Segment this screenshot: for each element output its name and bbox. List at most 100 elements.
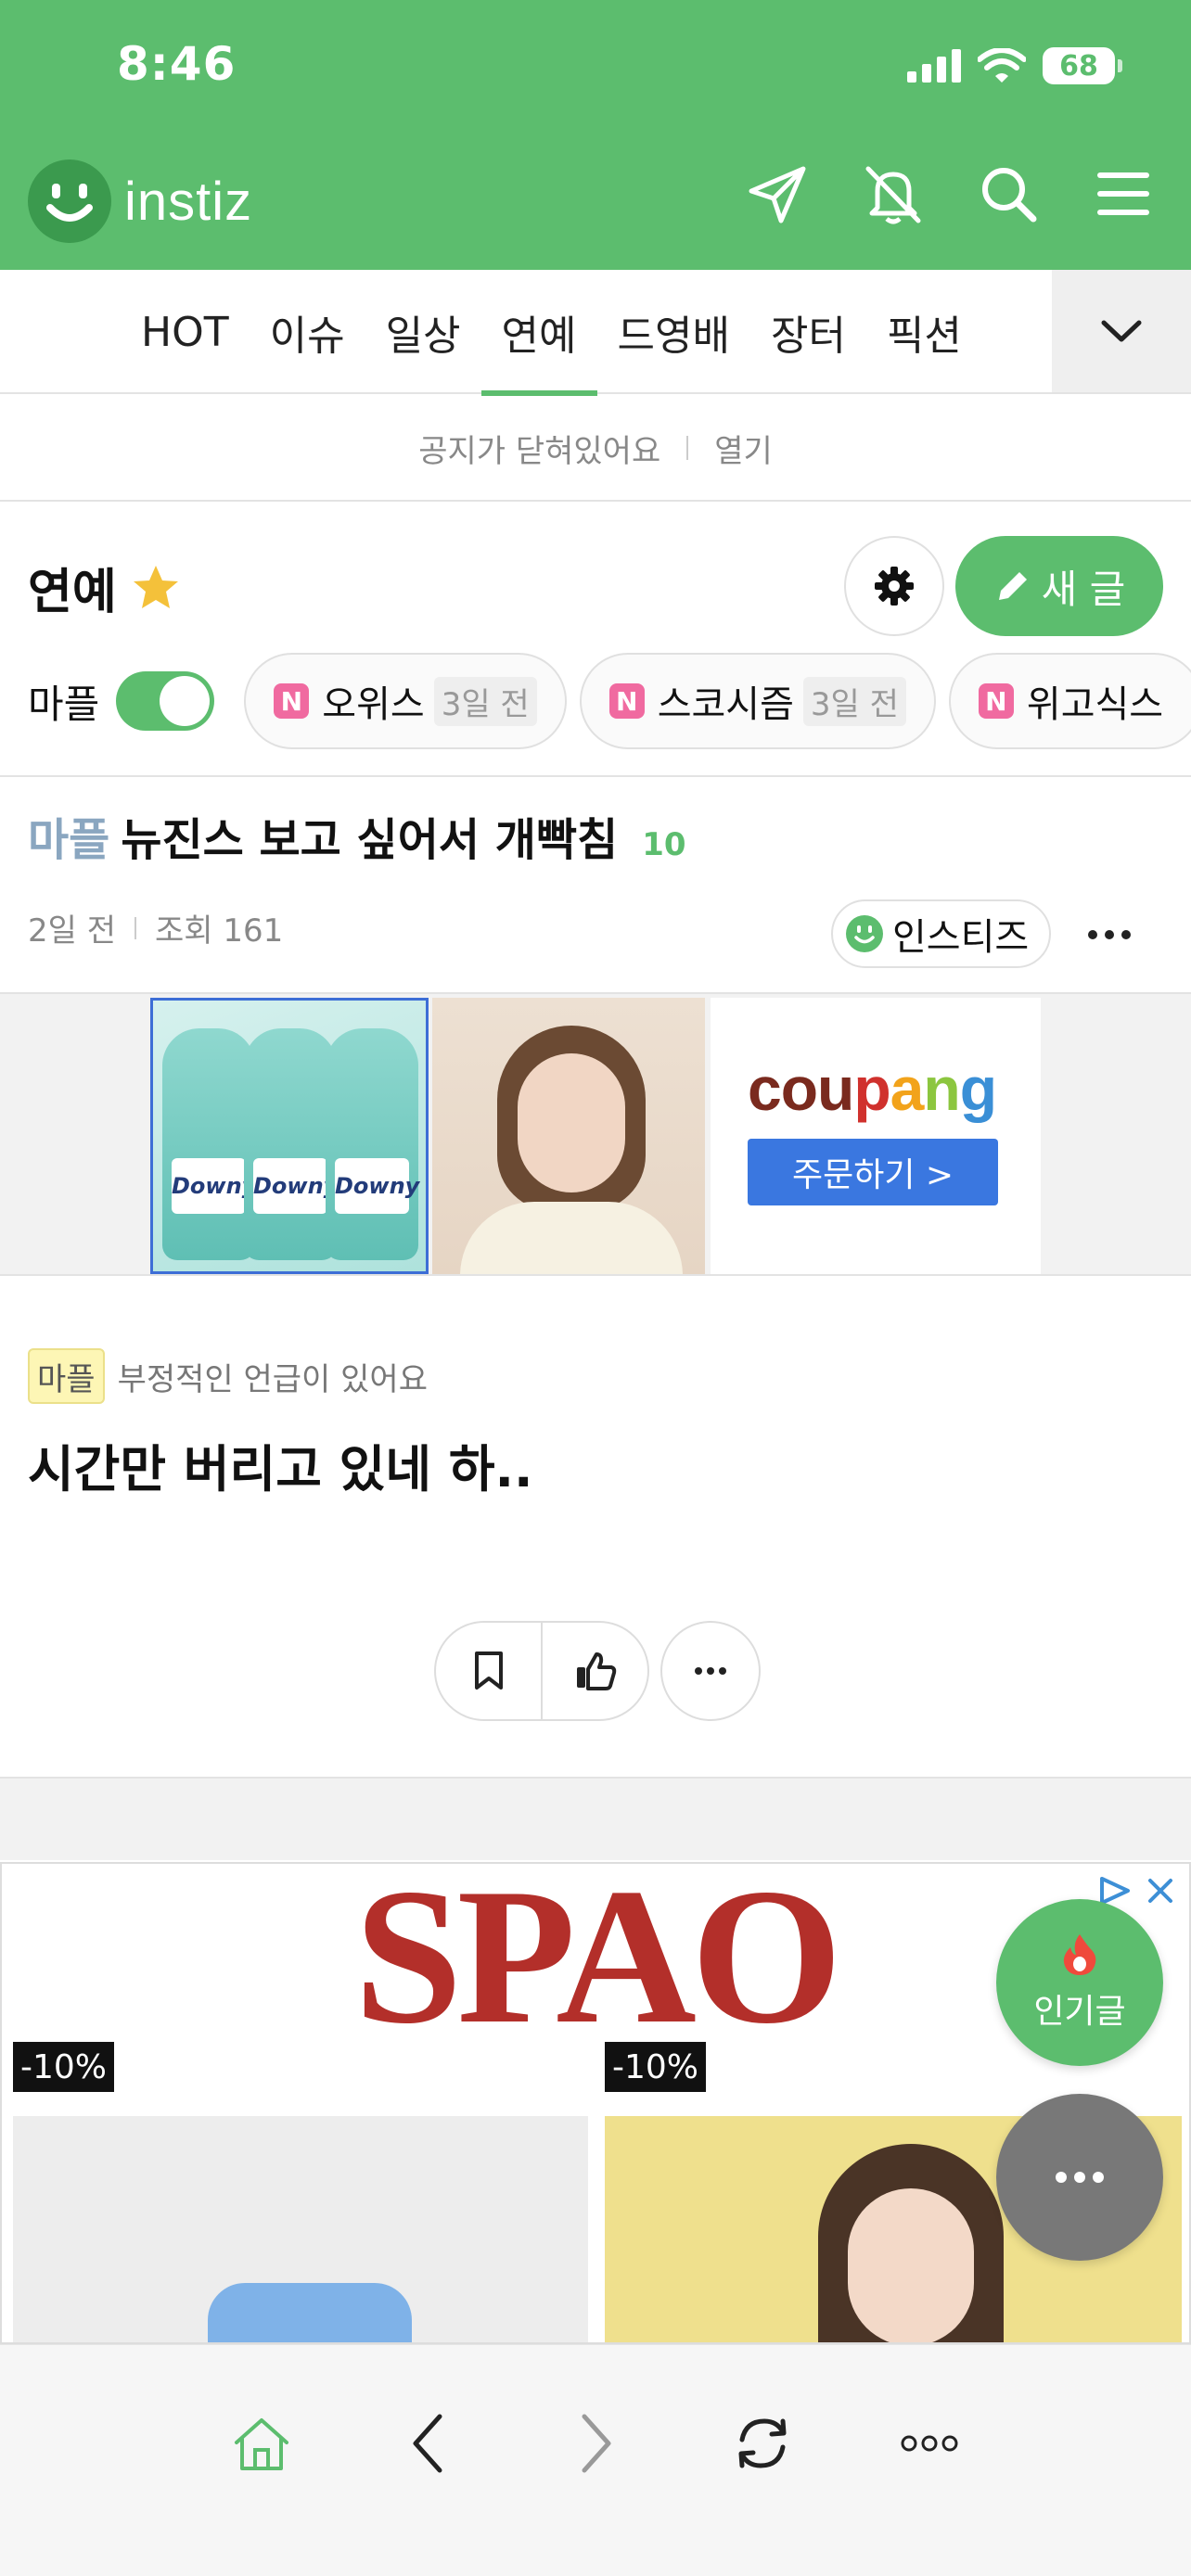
app-header: 8:46 68 instiz bbox=[0, 0, 1191, 270]
like-button[interactable] bbox=[541, 1623, 647, 1719]
new-badge: N bbox=[274, 683, 310, 719]
logo-smile-icon bbox=[28, 159, 111, 243]
author-chip[interactable]: 인스티즈 bbox=[831, 899, 1052, 968]
tab-0[interactable]: HOT bbox=[121, 270, 250, 394]
category-tabbar: HOT 이슈 일상 연예 드영배 장터 픽션 bbox=[0, 270, 1191, 396]
post-views: 조회 161 bbox=[155, 912, 284, 950]
notice-text: 공지가 닫혀있어요 bbox=[418, 432, 661, 470]
comment-count[interactable]: 10 bbox=[642, 826, 685, 863]
chip-title: 위고식스 bbox=[1026, 683, 1164, 726]
trending-chip[interactable]: N 오위스 3일 전 bbox=[244, 653, 567, 749]
post-more-button[interactable] bbox=[1082, 907, 1137, 963]
post-action-more-button[interactable] bbox=[660, 1621, 761, 1721]
chip-title: 스코시즘 bbox=[657, 683, 794, 726]
content-warning: 마플 부정적인 언급이 있어요 bbox=[28, 1348, 428, 1404]
bell-off-icon[interactable] bbox=[859, 159, 928, 228]
paper-plane-icon[interactable] bbox=[744, 159, 813, 228]
popular-posts-button[interactable]: 인기글 bbox=[996, 1899, 1163, 2066]
product-image-shirt[interactable] bbox=[13, 2116, 588, 2342]
category-tabs: HOT 이슈 일상 연예 드영배 장터 픽션 bbox=[121, 270, 982, 396]
divider bbox=[686, 436, 689, 460]
author-name: 인스티즈 bbox=[892, 916, 1030, 959]
post-category: 마플 bbox=[28, 814, 110, 866]
instiz-logo[interactable]: instiz bbox=[28, 159, 252, 243]
section-divider bbox=[0, 1777, 1191, 1860]
notice-bar: 공지가 닫혀있어요 열기 bbox=[0, 396, 1191, 502]
new-post-label: 새 글 bbox=[1041, 566, 1126, 612]
tab-3[interactable]: 연예 bbox=[480, 270, 597, 396]
pencil-icon bbox=[998, 572, 1027, 600]
wifi-icon bbox=[978, 48, 1026, 83]
popular-posts-label: 인기글 bbox=[1033, 1993, 1126, 2031]
discount-badge: -10% bbox=[605, 2042, 707, 2092]
chevron-down-icon bbox=[1101, 320, 1142, 342]
board-settings-button[interactable] bbox=[844, 536, 944, 636]
tab-2[interactable]: 일상 bbox=[365, 270, 481, 394]
thumbs-up-icon bbox=[576, 1652, 616, 1690]
product-image-model[interactable] bbox=[432, 998, 705, 1274]
more-horizontal-icon bbox=[1088, 930, 1131, 939]
discount-badge: -10% bbox=[13, 2042, 115, 2092]
trending-chip[interactable]: N 스코시즘 3일 전 bbox=[579, 653, 936, 749]
refresh-button[interactable] bbox=[716, 2397, 809, 2490]
browser-toolbar bbox=[0, 2344, 1191, 2576]
spao-logo: SPAO bbox=[353, 1862, 842, 2064]
smile-icon bbox=[846, 915, 883, 952]
board-title-text: 연예 bbox=[28, 565, 117, 620]
forward-button[interactable] bbox=[549, 2397, 642, 2490]
more-horizontal-icon bbox=[695, 1667, 726, 1675]
close-icon[interactable] bbox=[1146, 1877, 1174, 1905]
order-button[interactable]: 주문하기 > bbox=[748, 1139, 998, 1205]
tab-6[interactable]: 픽션 bbox=[866, 270, 982, 394]
home-button[interactable] bbox=[215, 2397, 308, 2490]
menu-icon[interactable] bbox=[1089, 159, 1158, 228]
tab-5[interactable]: 장터 bbox=[750, 270, 866, 394]
gear-icon bbox=[875, 567, 914, 606]
coupang-logo: coupang bbox=[748, 1054, 997, 1123]
mp-filter-row: 마플 N 오위스 3일 전 N 스코시즘 3일 전 N 위고식스 bbox=[28, 653, 1191, 749]
more-options-button[interactable] bbox=[883, 2397, 976, 2490]
coupang-brand-panel[interactable]: coupang 주문하기 > bbox=[711, 998, 1041, 1274]
mp-label: 마플 bbox=[28, 681, 100, 727]
status-time: 8:46 bbox=[117, 37, 237, 91]
divider bbox=[0, 775, 1191, 777]
new-badge: N bbox=[978, 683, 1014, 719]
expand-categories-button[interactable] bbox=[1052, 270, 1191, 392]
tab-4[interactable]: 드영배 bbox=[597, 270, 750, 394]
chip-title: 오위스 bbox=[322, 683, 425, 726]
ad-choices[interactable] bbox=[1096, 1875, 1174, 1906]
product-image-downy[interactable]: Downy Downy Downy bbox=[150, 998, 429, 1274]
post-time: 2일 전 bbox=[28, 912, 116, 950]
chip-time: 3일 전 bbox=[433, 676, 537, 726]
bookmark-icon bbox=[474, 1651, 503, 1690]
more-horizontal-icon bbox=[901, 2435, 958, 2452]
battery-indicator: 68 bbox=[1043, 47, 1122, 84]
notice-open-link[interactable]: 열기 bbox=[714, 426, 773, 471]
signal-icon bbox=[907, 49, 961, 83]
chevron-right-icon bbox=[582, 2414, 611, 2473]
trending-chip[interactable]: N 위고식스 bbox=[948, 653, 1191, 749]
tab-1[interactable]: 이슈 bbox=[250, 270, 365, 394]
logo-text: instiz bbox=[124, 171, 253, 232]
floating-more-button[interactable] bbox=[996, 2094, 1163, 2261]
home-icon bbox=[235, 2418, 288, 2470]
more-horizontal-icon bbox=[1056, 2172, 1104, 2183]
mp-toggle[interactable] bbox=[116, 671, 215, 731]
post-title-text: 뉴진스 보고 싶어서 개빡침 bbox=[121, 814, 619, 866]
warning-text: 부정적인 언급이 있어요 bbox=[117, 1360, 428, 1398]
post-title: 마플 뉴진스 보고 싶어서 개빡침 10 bbox=[28, 803, 686, 868]
back-button[interactable] bbox=[382, 2397, 475, 2490]
divider bbox=[134, 916, 136, 939]
trending-chips: N 오위스 3일 전 N 스코시즘 3일 전 N 위고식스 bbox=[244, 653, 1191, 749]
coupang-ad-banner[interactable]: Downy Downy Downy coupang 주문하기 > bbox=[0, 992, 1191, 1276]
status-icons: 68 bbox=[907, 45, 1122, 87]
bookmark-button[interactable] bbox=[436, 1623, 541, 1719]
chip-time: 3일 전 bbox=[802, 676, 906, 726]
new-post-button[interactable]: 새 글 bbox=[955, 536, 1163, 636]
refresh-icon bbox=[738, 2418, 787, 2468]
flame-icon bbox=[1063, 1934, 1096, 1975]
board-title: 연예 bbox=[28, 553, 182, 622]
search-icon[interactable] bbox=[974, 159, 1043, 228]
warning-badge: 마플 bbox=[28, 1348, 105, 1404]
star-icon[interactable] bbox=[130, 562, 182, 614]
